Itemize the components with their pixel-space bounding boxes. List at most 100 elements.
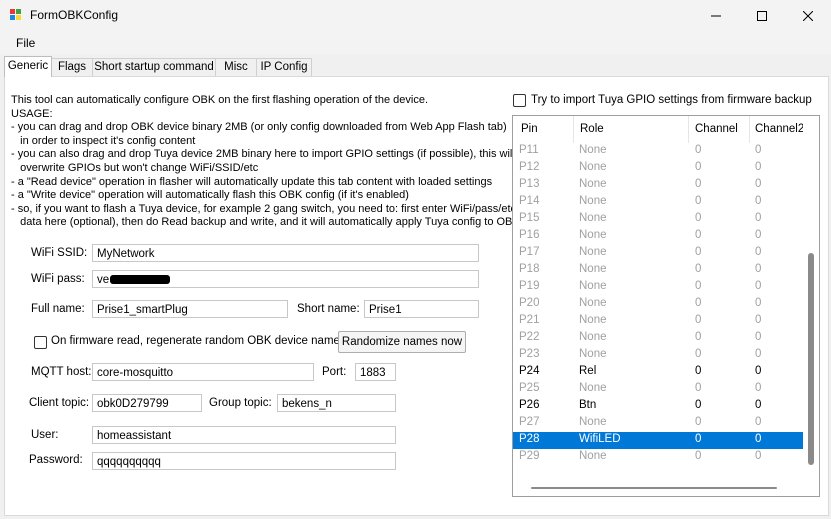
grid-vertical-scrollbar[interactable] (803, 116, 819, 496)
gpio-row[interactable]: P11 None 0 0 (513, 143, 803, 160)
gpio-channel-cell: 0 (695, 450, 702, 462)
gpio-row[interactable]: P25 None 0 0 (513, 381, 803, 398)
client-topic-input[interactable]: obk0D279799 (92, 394, 202, 412)
wifi-pass-input[interactable]: ve (92, 270, 479, 288)
port-input[interactable]: 1883 (355, 363, 396, 381)
gpio-role-cell: None (579, 331, 607, 343)
gpio-channel-cell: 0 (695, 195, 702, 207)
gpio-role-cell: None (579, 297, 607, 309)
maximize-button[interactable] (739, 0, 785, 31)
gpio-row[interactable]: P29 None 0 0 (513, 449, 803, 466)
gpio-row[interactable]: P26 Btn 0 0 (513, 398, 803, 415)
gpio-row[interactable]: P27 None 0 0 (513, 415, 803, 432)
client-topic-label: Client topic: (29, 397, 90, 409)
gpio-row[interactable]: P20 None 0 0 (513, 296, 803, 313)
tab-short-startup-command[interactable]: Short startup command (92, 58, 216, 76)
minimize-button[interactable] (693, 0, 739, 31)
tab-flags[interactable]: Flags (51, 58, 93, 76)
column-header-channel2[interactable]: Channel2 (755, 123, 804, 135)
gpio-role-cell: None (579, 280, 607, 292)
gpio-channel2-cell: 0 (755, 314, 762, 326)
wifi-ssid-input[interactable]: MyNetwork (92, 244, 479, 262)
gpio-role-cell: None (579, 382, 607, 394)
gpio-channel-cell: 0 (695, 263, 702, 275)
gpio-grid[interactable]: Pin Role Channel Channel2 P11 None 0 0 P12 No… (512, 115, 820, 497)
gpio-channel2-cell: 0 (755, 416, 762, 428)
gpio-channel-cell: 0 (695, 178, 702, 190)
gpio-row[interactable]: P21 None 0 0 (513, 313, 803, 330)
gpio-channel-cell: 0 (695, 246, 702, 258)
gpio-pin-cell: P14 (519, 195, 540, 207)
tab-ip-config[interactable]: IP Config (256, 58, 312, 76)
gpio-row[interactable]: P12 None 0 0 (513, 160, 803, 177)
gpio-channel-cell: 0 (695, 280, 702, 292)
window-title: FormOBKConfig (30, 8, 119, 22)
gpio-role-cell: None (579, 195, 607, 207)
grid-vertical-scroll-thumb[interactable] (808, 253, 814, 465)
password-input[interactable]: qqqqqqqqqq (92, 452, 396, 470)
gpio-row[interactable]: P15 None 0 0 (513, 211, 803, 228)
gpio-pin-cell: P20 (519, 297, 540, 309)
mqtt-host-input[interactable]: core-mosquitto (92, 363, 314, 381)
column-header-channel[interactable]: Channel (695, 123, 738, 135)
menu-file[interactable]: File (16, 36, 35, 50)
column-header-pin[interactable]: Pin (521, 123, 538, 135)
gpio-role-cell: WifiLED (579, 433, 621, 445)
gpio-role-cell: None (579, 212, 607, 224)
gpio-role-cell: None (579, 348, 607, 360)
gpio-role-cell: None (579, 450, 607, 462)
grid-horizontal-scrollbar[interactable] (513, 479, 803, 495)
gpio-channel2-cell: 0 (755, 212, 762, 224)
gpio-role-cell: None (579, 229, 607, 241)
gpio-channel2-cell: 0 (755, 297, 762, 309)
wifi-pass-label: WiFi pass: (31, 273, 85, 285)
gpio-channel2-cell: 0 (755, 399, 762, 411)
gpio-row[interactable]: P19 None 0 0 (513, 279, 803, 296)
gpio-pin-cell: P18 (519, 263, 540, 275)
close-icon (803, 10, 813, 21)
gpio-channel-cell: 0 (695, 348, 702, 360)
gpio-row[interactable]: P28 WifiLED 0 0 (513, 432, 803, 449)
minimize-icon (711, 15, 721, 16)
regen-names-checkbox[interactable] (34, 336, 47, 349)
gpio-channel-cell: 0 (695, 399, 702, 411)
group-topic-input[interactable]: bekens_n (277, 394, 396, 412)
user-input[interactable]: homeassistant (92, 426, 396, 444)
gpio-role-cell: None (579, 314, 607, 326)
gpio-row[interactable]: P24 Rel 0 0 (513, 364, 803, 381)
gpio-pin-cell: P25 (519, 382, 540, 394)
redacted-mask (110, 275, 171, 285)
gpio-row[interactable]: P18 None 0 0 (513, 262, 803, 279)
gpio-row[interactable]: P13 None 0 0 (513, 177, 803, 194)
title-bar: FormOBKConfig (0, 0, 831, 31)
full-name-input[interactable]: Prise1_smartPlug (92, 300, 288, 318)
gpio-role-cell: None (579, 178, 607, 190)
grid-horizontal-scroll-thumb[interactable] (531, 487, 777, 489)
randomize-names-button[interactable]: Randomize names now (338, 331, 466, 353)
short-name-label: Short name: (297, 303, 360, 315)
gpio-role-cell: Rel (579, 365, 597, 377)
gpio-row[interactable]: P16 None 0 0 (513, 228, 803, 245)
gpio-channel2-cell: 0 (755, 450, 762, 462)
gpio-role-cell: None (579, 161, 607, 173)
tab-generic[interactable]: Generic (4, 56, 52, 77)
gpio-channel2-cell: 0 (755, 365, 762, 377)
gpio-channel-cell: 0 (695, 416, 702, 428)
close-button[interactable] (785, 0, 831, 31)
gpio-row[interactable]: P14 None 0 0 (513, 194, 803, 211)
gpio-pin-cell: P19 (519, 280, 540, 292)
gpio-row[interactable]: P17 None 0 0 (513, 245, 803, 262)
menu-bar: File (0, 31, 831, 54)
password-label: Password: (29, 454, 83, 466)
short-name-input[interactable]: Prise1 (364, 300, 479, 318)
tab-misc[interactable]: Misc (215, 58, 257, 76)
gpio-row[interactable]: P22 None 0 0 (513, 330, 803, 347)
gpio-channel-cell: 0 (695, 212, 702, 224)
gpio-role-cell: None (579, 416, 607, 428)
column-header-role[interactable]: Role (580, 123, 604, 135)
gpio-channel-cell: 0 (695, 161, 702, 173)
gpio-row[interactable]: P23 None 0 0 (513, 347, 803, 364)
gpio-pin-cell: P17 (519, 246, 540, 258)
tuya-import-checkbox[interactable] (513, 94, 526, 107)
gpio-role-cell: Btn (579, 399, 597, 411)
